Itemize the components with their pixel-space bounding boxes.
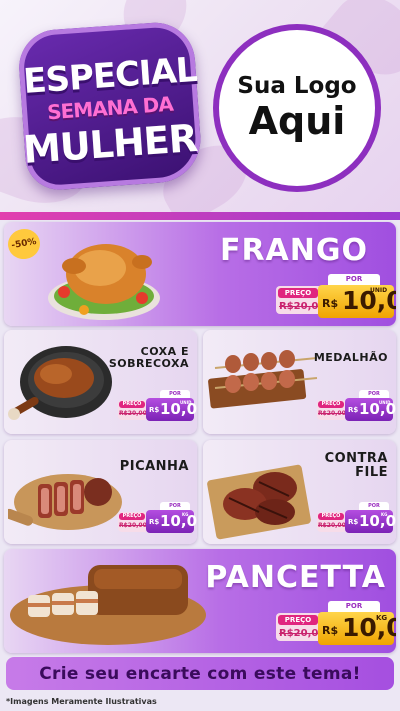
- por-label: POR: [359, 502, 389, 510]
- price-unit: UNID: [370, 287, 388, 294]
- pancetta-board-image: [10, 565, 206, 645]
- preco-label: PREÇO: [318, 401, 344, 408]
- product-name: CONTRA FILE: [324, 451, 388, 481]
- price-tag: PREÇO R$20,00 POR R$ 10,00 UNID: [317, 390, 396, 424]
- preco-label: PREÇO: [278, 615, 318, 625]
- currency: R$: [322, 297, 339, 310]
- product-name-line2: FILE: [355, 465, 388, 481]
- price-tag: PREÇO R$20,00 POR R$ 10,00 KG: [317, 502, 396, 536]
- logo-text-line2: Aqui: [248, 99, 346, 143]
- header-divider: [0, 212, 400, 220]
- por-label: POR: [160, 390, 190, 398]
- price-unit: UNID: [180, 400, 192, 405]
- new-price-box: R$ 10,00 KG: [146, 510, 197, 533]
- medallion-skewers-image: [208, 350, 318, 409]
- por-label: POR: [328, 601, 380, 612]
- new-price-box: R$ 10,00 UNID: [318, 285, 396, 318]
- product-card-frango[interactable]: FRANGO PREÇO R$20,00 POR R$ 10,00 UNID: [4, 222, 396, 326]
- currency: R$: [348, 406, 359, 414]
- disclaimer-text: *Imagens Meramente Ilustrativas: [6, 697, 157, 706]
- new-price: 10,00: [160, 400, 197, 418]
- product-name: PANCETTA: [205, 560, 386, 595]
- currency: R$: [149, 406, 160, 414]
- preco-label: PREÇO: [278, 288, 318, 298]
- price-unit: KG: [376, 614, 388, 622]
- preco-label: PREÇO: [119, 401, 145, 408]
- new-price-box: R$ 10,00 KG: [345, 510, 396, 533]
- logo-text-line1: Sua Logo: [237, 73, 357, 99]
- new-price: 10,00: [359, 400, 396, 418]
- new-price: 10,00: [160, 512, 197, 530]
- product-name: COXA E SOBRECOXA: [108, 345, 189, 371]
- logo-placeholder[interactable]: Sua Logo Aqui: [219, 30, 375, 186]
- por-label: POR: [359, 390, 389, 398]
- new-price-box: R$ 10,00 KG: [318, 612, 396, 645]
- currency: R$: [348, 518, 359, 526]
- price-tag: PREÇO R$20,00 POR R$ 10,00 UNID: [276, 274, 396, 320]
- new-price: 10,00: [342, 286, 396, 315]
- chicken-thigh-pan-image: [8, 346, 112, 420]
- new-price-box: R$ 10,00 UNID: [146, 398, 197, 421]
- roast-chicken-image: [48, 244, 160, 320]
- currency: R$: [322, 624, 339, 637]
- preco-label: PREÇO: [119, 513, 145, 520]
- preco-label: PREÇO: [318, 513, 344, 520]
- product-name: PICANHA: [119, 459, 189, 474]
- por-label: POR: [328, 274, 380, 285]
- product-card-contra-file[interactable]: CONTRA FILE PREÇO R$20,00 POR R$ 10,00 K…: [203, 440, 396, 544]
- event-badge: ESPECIAL SEMANA DA MULHER: [16, 20, 204, 192]
- header-banner: ESPECIAL SEMANA DA MULHER Sua Logo Aqui: [0, 0, 400, 212]
- old-price: R$20,00: [318, 410, 346, 417]
- product-name-line1: CONTRA: [324, 451, 388, 466]
- price-tag: PREÇO R$20,00 POR R$ 10,00 KG: [276, 601, 396, 647]
- old-price: R$20,00: [318, 522, 346, 529]
- new-price: 10,00: [342, 613, 396, 642]
- new-price-box: R$ 10,00 UNID: [345, 398, 396, 421]
- price-unit: KG: [182, 512, 189, 517]
- old-price: R$20,00: [119, 522, 147, 529]
- product-name-line2: SOBRECOXA: [108, 357, 189, 371]
- new-price: 10,00: [359, 512, 396, 530]
- steak-board-image: [207, 464, 311, 540]
- price-unit: UNID: [379, 400, 391, 405]
- product-card-picanha[interactable]: PICANHA PREÇO R$20,00 POR R$ 10,00 KG: [4, 440, 197, 544]
- product-card-medalhao[interactable]: MEDALHÃO PREÇO R$20,00 POR R$ 10,00 UNID: [203, 330, 396, 434]
- picanha-board-image: [8, 474, 122, 530]
- por-label: POR: [160, 502, 190, 510]
- product-card-coxa-sobrecoxa[interactable]: COXA E SOBRECOXA PREÇO R$20,00 POR R$ 10…: [4, 330, 197, 434]
- product-name: MEDALHÃO: [313, 351, 388, 364]
- cta-banner[interactable]: Crie seu encarte com este tema!: [6, 657, 394, 690]
- price-tag: PREÇO R$20,00 POR R$ 10,00 UNID: [118, 390, 197, 424]
- price-tag: PREÇO R$20,00 POR R$ 10,00 KG: [118, 502, 197, 536]
- old-price: R$20,00: [119, 410, 147, 417]
- product-card-pancetta[interactable]: PANCETTA PREÇO R$20,00 POR R$ 10,00 KG: [4, 549, 396, 653]
- currency: R$: [149, 518, 160, 526]
- product-name: FRANGO: [219, 233, 368, 268]
- price-unit: KG: [381, 512, 388, 517]
